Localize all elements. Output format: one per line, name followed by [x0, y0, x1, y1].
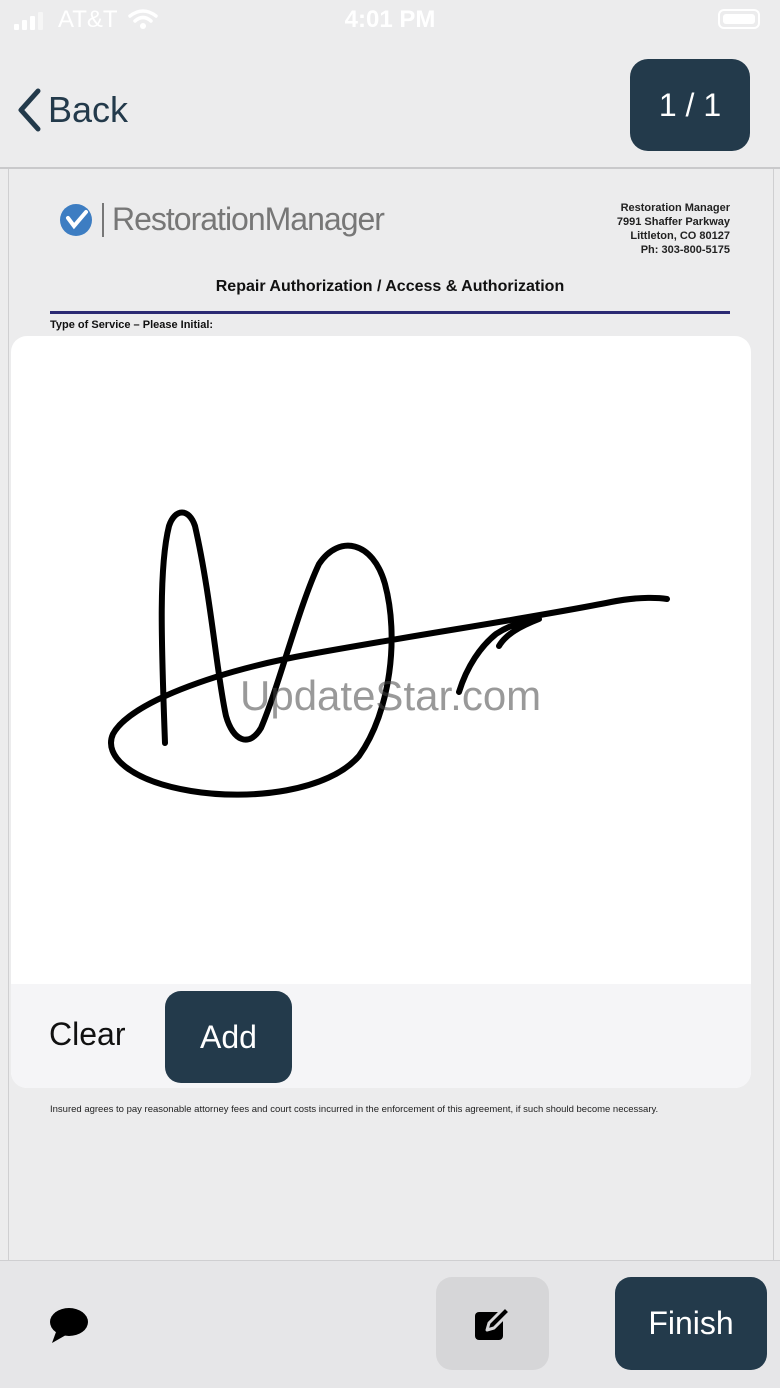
attorney-fees-clause: Insured agrees to pay reasonable attorne… — [50, 1104, 659, 1115]
address-line: 7991 Shaffer Parkway — [616, 216, 730, 228]
bottom-toolbar: Finish — [0, 1260, 780, 1388]
page-indicator-button[interactable]: 1 / 1 — [630, 59, 750, 151]
logo-text: RestorationManager — [112, 201, 385, 237]
signature-actions: Clear Add — [11, 984, 751, 1088]
comment-icon — [50, 1308, 88, 1343]
address-line: Restoration Manager — [620, 202, 730, 214]
company-address: Restoration Manager 7991 Shaffer Parkway… — [560, 201, 730, 257]
signature-stroke — [108, 509, 670, 798]
back-button[interactable]: Back — [16, 80, 128, 140]
add-button[interactable]: Add — [165, 991, 292, 1083]
address-line: Ph: 303-800-5175 — [640, 244, 730, 256]
comment-button[interactable] — [46, 1306, 90, 1351]
document-title: Repair Authorization / Access & Authoriz… — [215, 278, 565, 295]
company-logo: RestorationManager — [60, 201, 385, 238]
back-label: Back — [48, 89, 129, 130]
logo-mark-icon — [60, 203, 92, 236]
finish-button[interactable]: Finish — [615, 1277, 767, 1370]
clock: 4:01 PM — [344, 6, 436, 33]
edit-icon — [474, 1305, 511, 1340]
watermark: UpdateStar.com — [240, 672, 542, 719]
logo-separator — [102, 202, 104, 237]
battery-icon — [718, 9, 760, 29]
navigation-bar: Back 1 / 1 — [0, 44, 780, 168]
section-label: Type of Service – Please Initial: — [50, 319, 214, 331]
back-chevron-icon — [18, 88, 41, 132]
edit-button[interactable] — [436, 1277, 549, 1370]
title-rule — [50, 311, 730, 314]
signature-modal: UpdateStar.com Clear Add — [11, 336, 751, 1088]
address-line: Littleton, CO 80127 — [630, 230, 730, 242]
status-bar: AT&T 4:01 PM — [0, 0, 780, 44]
clear-button[interactable]: Clear — [49, 1016, 125, 1053]
signature-canvas[interactable] — [11, 336, 751, 984]
